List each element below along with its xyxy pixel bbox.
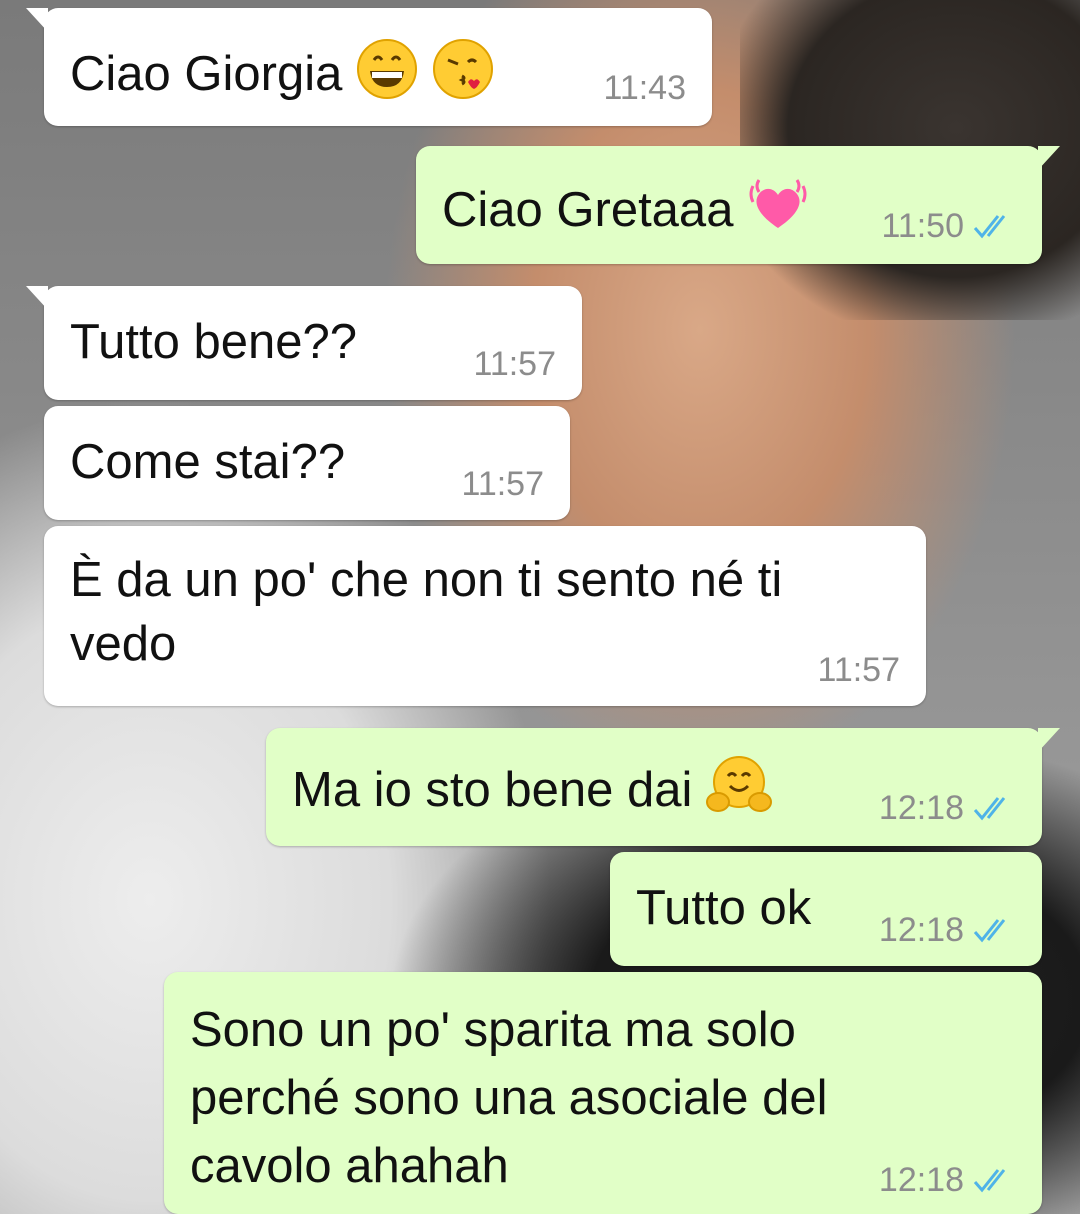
message-text: Sono un po' sparita ma solo perché sono … — [190, 1003, 828, 1193]
message-timestamp: 11:50 — [881, 207, 964, 245]
message-bubble-outgoing[interactable]: Ciao Gretaaa 11:50 — [416, 146, 1060, 264]
beating-heart-icon — [747, 174, 809, 252]
message-text: Come stai?? — [70, 435, 346, 489]
message-bubble-incoming[interactable]: Ciao Giorgia 11:43 — [26, 8, 712, 126]
read-receipt-icon — [973, 919, 1006, 943]
hugging-face-icon — [706, 754, 773, 832]
message-bubble-incoming[interactable]: È da un po' che non ti sento né ti vedo … — [44, 526, 926, 706]
message-bubble-incoming[interactable]: Come stai?? 11:57 — [44, 406, 570, 520]
message-bubble-outgoing[interactable]: Sono un po' sparita ma solo perché sono … — [164, 972, 1042, 1214]
message-text: Tutto bene?? — [70, 315, 357, 369]
message-bubble-outgoing[interactable]: Tutto ok 12:18 — [610, 852, 1042, 966]
message-timestamp: 12:18 — [878, 911, 964, 949]
message-timestamp: 11:57 — [817, 651, 900, 689]
read-receipt-icon — [973, 1169, 1006, 1193]
message-text: Ciao Gretaaa — [442, 183, 734, 237]
message-text: Ciao Giorgia — [70, 47, 343, 101]
message-timestamp: 12:18 — [878, 1161, 964, 1199]
message-bubble-incoming[interactable]: Tutto bene?? 11:57 — [26, 286, 582, 400]
message-timestamp: 12:18 — [878, 789, 964, 827]
message-text: È da un po' che non ti sento né ti vedo — [70, 553, 783, 671]
read-receipt-icon — [973, 215, 1006, 239]
grinning-face-icon — [356, 38, 418, 116]
read-receipt-icon — [973, 797, 1006, 821]
message-timestamp: 11:57 — [473, 345, 556, 383]
message-timestamp: 11:57 — [461, 465, 544, 503]
message-text: Tutto ok — [636, 881, 812, 935]
message-bubble-outgoing[interactable]: Ma io sto bene dai 12:18 — [266, 728, 1060, 846]
message-text: Ma io sto bene dai — [292, 763, 693, 817]
face-blowing-kiss-icon — [432, 38, 494, 116]
message-timestamp: 11:43 — [603, 69, 686, 107]
